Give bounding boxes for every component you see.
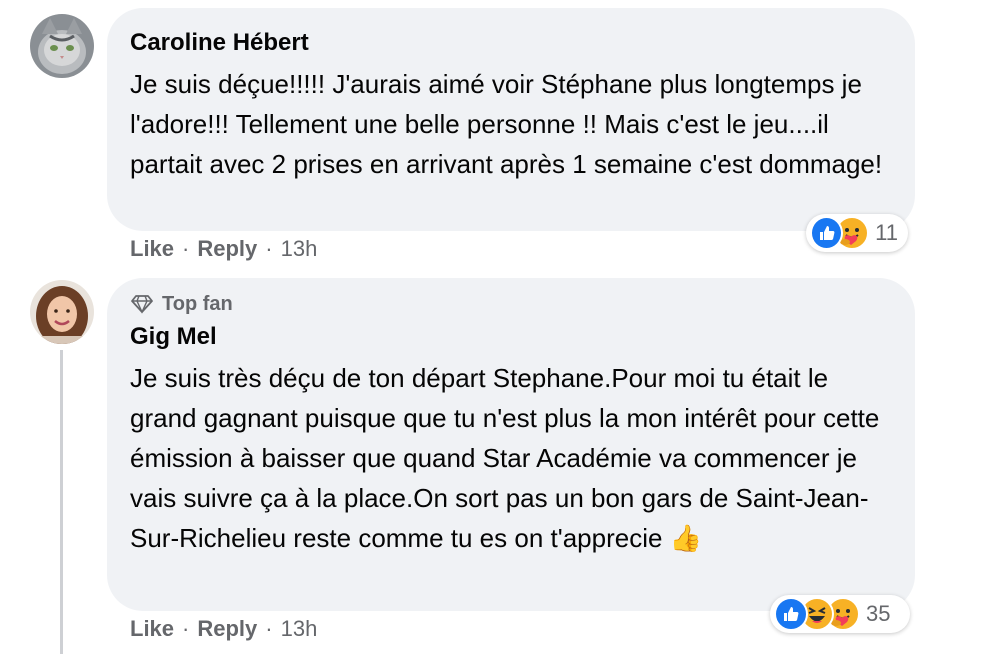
- comment-author[interactable]: Caroline Hébert: [130, 28, 891, 58]
- timestamp[interactable]: 13h: [281, 616, 318, 642]
- like-button[interactable]: Like: [130, 616, 174, 642]
- reply-button[interactable]: Reply: [197, 236, 257, 262]
- reply-thread-line: [60, 350, 63, 654]
- comment-bubble: Top fan Gig Mel Je suis très déçu de ton…: [107, 278, 915, 611]
- comment-actions: Like · Reply · 13h: [130, 616, 317, 642]
- separator: ·: [182, 616, 190, 641]
- like-button[interactable]: Like: [130, 236, 174, 262]
- separator: ·: [182, 236, 190, 261]
- comment-text: Je suis très déçu de ton départ Stephane…: [130, 363, 880, 553]
- reaction-count: 35: [866, 601, 891, 626]
- comment-author[interactable]: Gig Mel: [130, 322, 891, 352]
- like-reaction-icon: [810, 216, 844, 250]
- cat-avatar-icon: [30, 14, 94, 78]
- comment-text: Je suis déçue!!!!! J'aurais aimé voir St…: [130, 69, 883, 179]
- separator: ·: [265, 236, 273, 261]
- like-reaction-icon: [774, 597, 808, 631]
- avatar[interactable]: [30, 280, 94, 344]
- comment-bubble: Caroline Hébert Je suis déçue!!!!! J'aur…: [107, 8, 915, 231]
- reactions-summary[interactable]: 11: [806, 214, 908, 252]
- separator: ·: [265, 616, 273, 641]
- timestamp[interactable]: 13h: [281, 236, 318, 262]
- top-fan-badge: Top fan: [130, 290, 891, 318]
- diamond-icon: [131, 295, 153, 314]
- top-fan-label: Top fan: [162, 292, 233, 315]
- woman-avatar-icon: [30, 280, 94, 344]
- avatar[interactable]: [30, 14, 94, 78]
- reaction-count: 11: [875, 220, 898, 245]
- reactions-summary[interactable]: 35: [770, 595, 910, 633]
- reply-button[interactable]: Reply: [197, 616, 257, 642]
- comment-actions: Like · Reply · 13h: [130, 236, 317, 262]
